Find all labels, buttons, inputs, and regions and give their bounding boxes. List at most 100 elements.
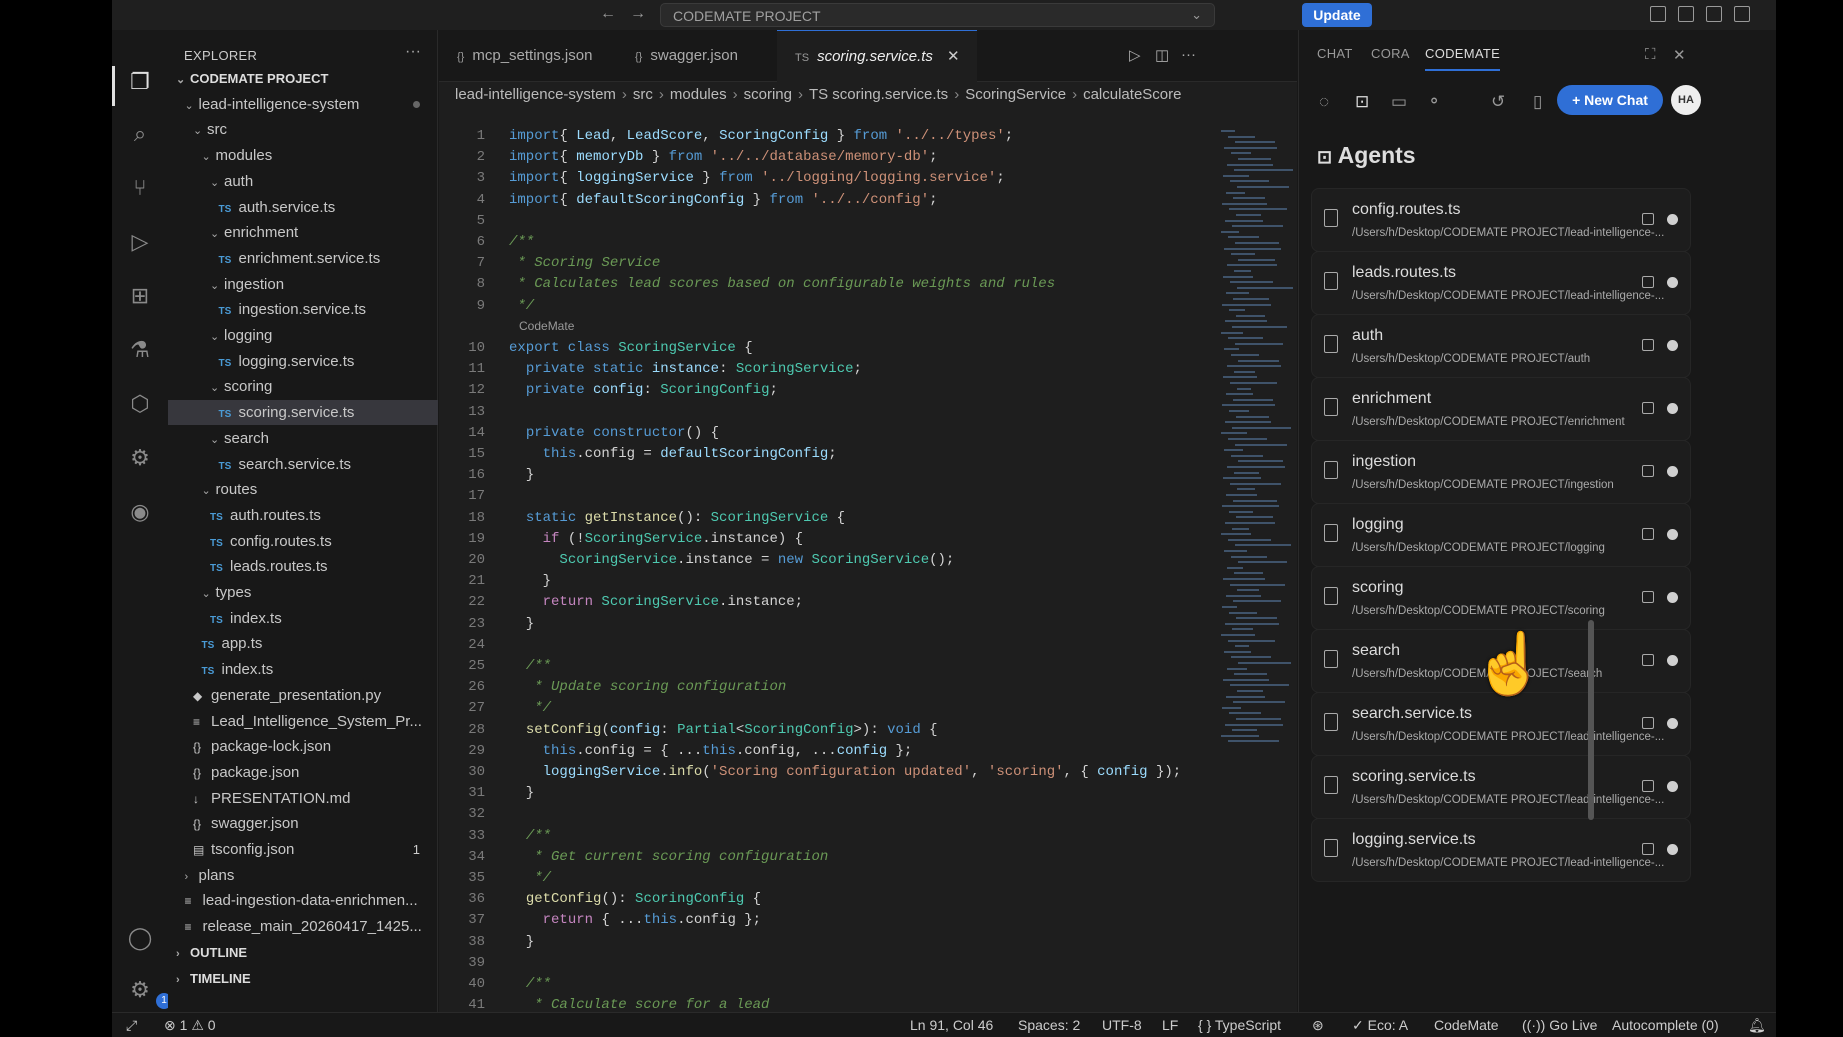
toggle-secondary-sidebar-icon[interactable] bbox=[1734, 6, 1750, 22]
flask-icon[interactable]: ⚗ bbox=[126, 336, 154, 364]
codemate-status[interactable]: CodeMate bbox=[1434, 1017, 1499, 1033]
tab-mcp-settings[interactable]: {} mcp_settings.json bbox=[439, 30, 617, 82]
tree-folder[interactable]: ⌄ enrichment bbox=[168, 220, 438, 245]
agent-card[interactable]: ingestion/Users/h/Desktop/CODEMATE PROJE… bbox=[1311, 440, 1691, 504]
toggle-panel-icon[interactable] bbox=[1706, 6, 1722, 22]
tree-file[interactable]: ≡ Lead_Intelligence_System_Pr... bbox=[168, 709, 438, 734]
chevron-down-icon[interactable]: ⌄ bbox=[210, 428, 224, 451]
chevron-down-icon[interactable]: ⌄ bbox=[193, 119, 207, 142]
package-icon[interactable]: ⬡ bbox=[126, 390, 154, 418]
tree-file[interactable]: TS scoring.service.ts bbox=[168, 400, 438, 426]
chevron-down-icon[interactable]: ⌄ bbox=[210, 376, 224, 399]
agent-card[interactable]: leads.routes.ts/Users/h/Desktop/CODEMATE… bbox=[1311, 251, 1691, 315]
tree-file[interactable]: TS search.service.ts bbox=[168, 452, 438, 477]
tree-folder[interactable]: ⌄ search bbox=[168, 426, 438, 451]
tree-folder[interactable]: ⌄ lead-intelligence-system bbox=[168, 92, 438, 117]
tab-cora[interactable]: CORA bbox=[1371, 46, 1410, 61]
tree-folder[interactable]: ⌄ routes bbox=[168, 477, 438, 502]
codelens-codemate[interactable]: CodeMate bbox=[519, 317, 574, 335]
command-center-search[interactable]: CODEMATE PROJECT ⌄ bbox=[660, 3, 1215, 27]
agent-card[interactable]: logging/Users/h/Desktop/CODEMATE PROJECT… bbox=[1311, 503, 1691, 567]
update-button[interactable]: Update bbox=[1302, 3, 1372, 27]
search-icon[interactable]: ⌕ bbox=[126, 120, 154, 148]
autocomplete-status[interactable]: Autocomplete (0) bbox=[1612, 1017, 1719, 1033]
chevron-down-icon[interactable]: ⌄ bbox=[210, 222, 224, 245]
cursor-position[interactable]: Ln 91, Col 46 bbox=[910, 1017, 993, 1033]
save-icon[interactable] bbox=[1642, 276, 1654, 288]
chevron-down-icon[interactable]: ⌄ bbox=[202, 582, 216, 605]
tree-file[interactable]: ≡ release_main_20260417_1425... bbox=[168, 914, 438, 939]
agent-card[interactable]: config.routes.ts/Users/h/Desktop/CODEMAT… bbox=[1311, 188, 1691, 252]
save-icon[interactable] bbox=[1642, 402, 1654, 414]
chevron-right-icon[interactable]: › bbox=[185, 865, 199, 888]
tree-folder[interactable]: ⌄ logging bbox=[168, 323, 438, 348]
problems-indicator[interactable]: ⊗ 1 ⚠ 0 bbox=[164, 1017, 216, 1034]
extensions-icon[interactable]: ⊞ bbox=[126, 282, 154, 310]
tree-file[interactable]: ↓ PRESENTATION.md bbox=[168, 786, 438, 811]
tree-folder[interactable]: › TIMELINE bbox=[168, 966, 438, 991]
tab-codemate[interactable]: CODEMATE bbox=[1425, 46, 1501, 71]
chat-toggle-icon[interactable]: ⌄ bbox=[1191, 7, 1202, 23]
tree-file[interactable]: TS app.ts bbox=[168, 631, 438, 656]
breadcrumb-item[interactable]: lead-intelligence-system bbox=[455, 86, 616, 103]
chevron-right-icon[interactable]: › bbox=[176, 942, 190, 965]
agent-card[interactable]: auth/Users/h/Desktop/CODEMATE PROJECT/au… bbox=[1311, 314, 1691, 378]
run-icon[interactable]: ▷ bbox=[1129, 46, 1141, 64]
chevron-down-icon[interactable]: ⌄ bbox=[185, 94, 199, 117]
code-editor[interactable]: 1 import{ Lead, LeadScore, ScoringConfig … bbox=[439, 126, 1297, 1037]
save-icon[interactable] bbox=[1642, 654, 1654, 666]
tab-scoring-service[interactable]: TS scoring.service.ts ✕ bbox=[777, 30, 977, 82]
tree-file[interactable]: {} package-lock.json bbox=[168, 734, 438, 759]
toggle-primary-sidebar-icon[interactable] bbox=[1678, 6, 1694, 22]
save-icon[interactable] bbox=[1642, 843, 1654, 855]
more-actions-icon[interactable]: ··· bbox=[1181, 46, 1196, 63]
minimap[interactable] bbox=[1221, 130, 1297, 770]
tree-file[interactable]: ◆ generate_presentation.py bbox=[168, 683, 438, 708]
chevron-down-icon[interactable]: ⌄ bbox=[202, 145, 216, 168]
avatar[interactable]: HA bbox=[1671, 85, 1701, 115]
indentation[interactable]: Spaces: 2 bbox=[1018, 1017, 1080, 1033]
close-icon[interactable]: ✕ bbox=[1673, 46, 1686, 64]
chevron-down-icon[interactable]: ⌄ bbox=[176, 68, 190, 91]
save-icon[interactable] bbox=[1642, 780, 1654, 792]
copilot-icon[interactable]: ⊛ bbox=[1312, 1017, 1324, 1034]
agent-bot-icon[interactable]: ⊡ bbox=[1355, 92, 1369, 112]
account-icon[interactable]: ◯ bbox=[126, 924, 154, 952]
tree-file[interactable]: TS ingestion.service.ts bbox=[168, 297, 438, 322]
bell-icon[interactable]: 🔔︎ bbox=[1748, 1017, 1766, 1034]
new-chat-button[interactable]: + New Chat bbox=[1557, 85, 1663, 115]
tree-folder[interactable]: ⌄ CODEMATE PROJECT bbox=[168, 66, 438, 91]
save-icon[interactable] bbox=[1642, 591, 1654, 603]
tree-folder[interactable]: › plans bbox=[168, 863, 438, 888]
tree-file[interactable]: {} swagger.json bbox=[168, 811, 438, 836]
tree-folder[interactable]: ⌄ ingestion bbox=[168, 272, 438, 297]
save-icon[interactable] bbox=[1642, 528, 1654, 540]
breadcrumb-item[interactable]: ScoringService bbox=[965, 86, 1066, 103]
save-icon[interactable] bbox=[1642, 465, 1654, 477]
remote-explorer-icon[interactable]: ⚙ bbox=[126, 444, 154, 472]
save-icon[interactable] bbox=[1642, 339, 1654, 351]
tree-file[interactable]: ▤ tsconfig.json 1 bbox=[168, 837, 438, 862]
tree-folder[interactable]: ⌄ modules bbox=[168, 143, 438, 168]
tree-file[interactable]: TS index.ts bbox=[168, 606, 438, 631]
tab-swagger[interactable]: {} swagger.json bbox=[617, 30, 777, 82]
tree-file[interactable]: {} package.json bbox=[168, 760, 438, 785]
save-icon[interactable] bbox=[1642, 717, 1654, 729]
tree-folder[interactable]: ⌄ src bbox=[168, 117, 438, 142]
close-icon[interactable]: ✕ bbox=[947, 48, 960, 65]
tree-file[interactable]: TS index.ts bbox=[168, 657, 438, 682]
tree-folder[interactable]: ⌄ types bbox=[168, 580, 438, 605]
maximize-icon[interactable]: ⛶ bbox=[1645, 46, 1656, 63]
python-icon[interactable]: ◉ bbox=[126, 498, 154, 526]
agent-card[interactable]: logging.service.ts/Users/h/Desktop/CODEM… bbox=[1311, 818, 1691, 882]
save-icon[interactable] bbox=[1642, 213, 1654, 225]
breadcrumb-item[interactable]: calculateScore bbox=[1083, 86, 1181, 103]
tree-file[interactable]: TS enrichment.service.ts bbox=[168, 246, 438, 271]
chevron-down-icon[interactable]: ⌄ bbox=[210, 325, 224, 348]
tree-folder[interactable]: ⌄ auth bbox=[168, 169, 438, 194]
chevron-down-icon[interactable]: ⌄ bbox=[210, 171, 224, 194]
more-actions-icon[interactable]: ··· bbox=[405, 43, 421, 61]
agent-card[interactable]: scoring/Users/h/Desktop/CODEMATE PROJECT… bbox=[1311, 566, 1691, 630]
chat-bubble-icon[interactable]: ◌ bbox=[1319, 92, 1329, 112]
go-live-button[interactable]: ((·)) Go Live bbox=[1522, 1017, 1597, 1033]
